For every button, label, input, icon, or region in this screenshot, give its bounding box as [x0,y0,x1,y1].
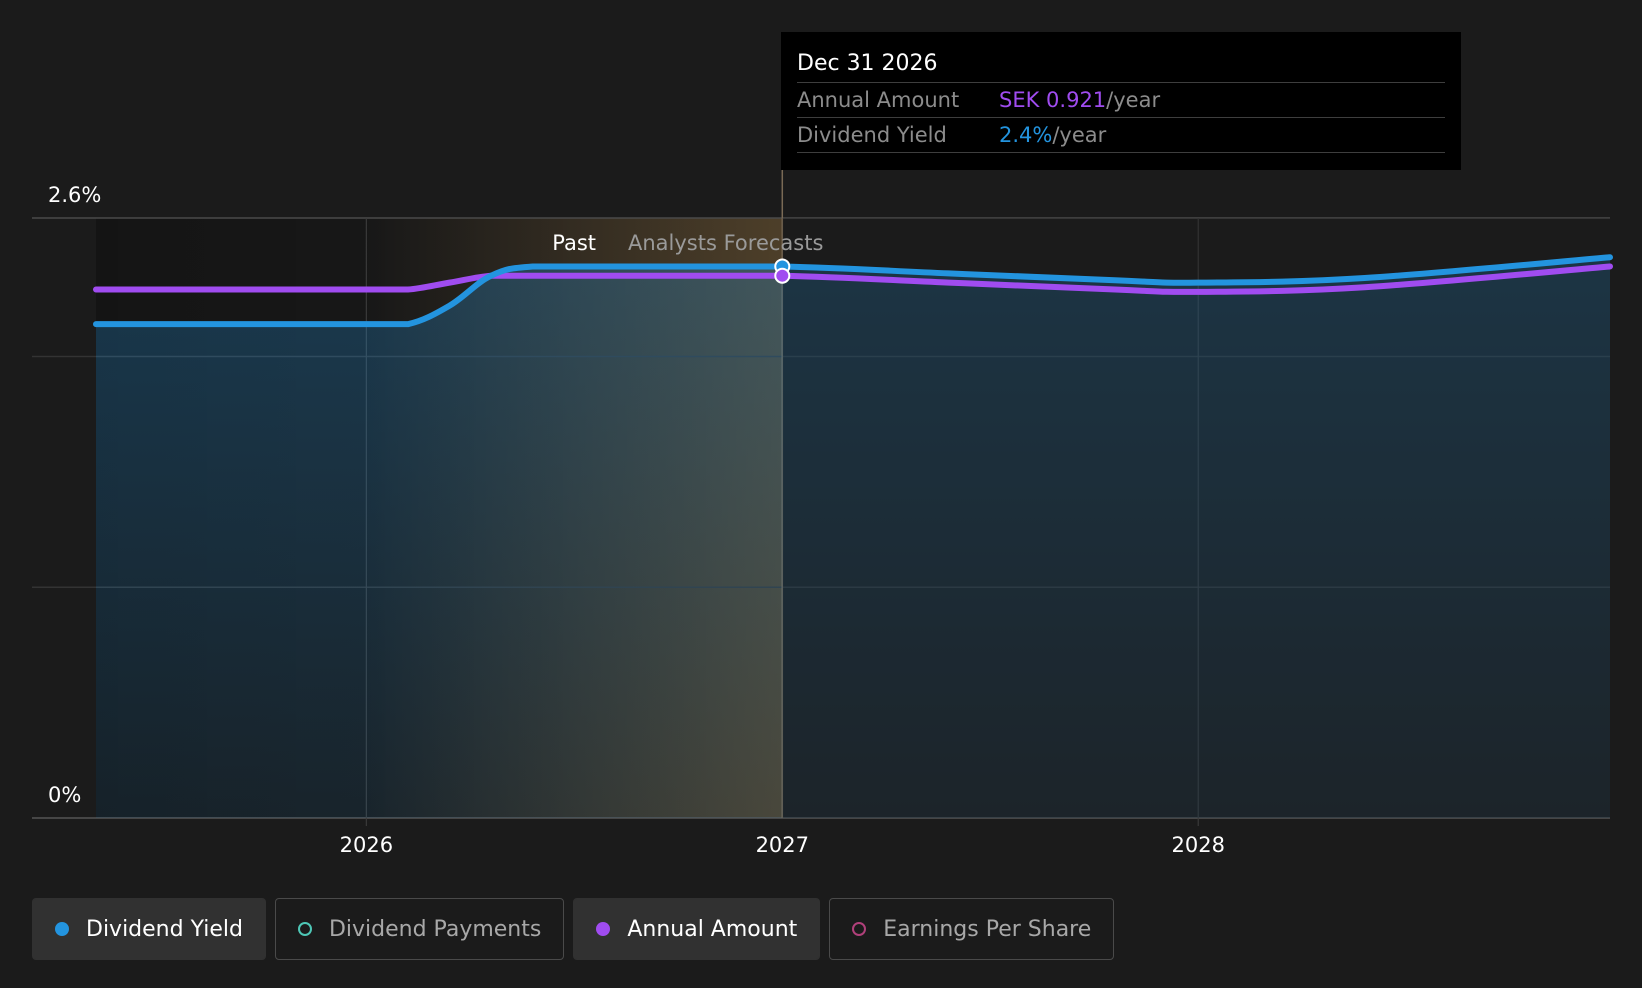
tooltip-unit: /year [1106,88,1161,112]
legend-dot-icon [852,922,867,936]
legend-item-annual-amount[interactable]: Annual Amount [573,898,821,960]
tooltip-label: Annual Amount [797,88,960,112]
y-axis-bottom-label: 0% [48,783,81,807]
x-tick-label: 2026 [340,833,393,857]
y-axis-top-label: 2.6% [48,183,101,207]
tooltip-label: Dividend Yield [797,123,947,147]
legend-dot-icon [297,922,312,936]
legend-item-dividend-yield[interactable]: Dividend Yield [32,898,266,960]
tooltip-row-dividend-yield: Dividend Yield 2.4% /year [797,118,1445,153]
annual-amount-marker [774,267,791,284]
past-region-label: Past [552,231,596,255]
legend-label: Dividend Payments [328,916,542,942]
legend-label: Earnings Per Share [883,916,1092,942]
tooltip-value: 2.4% [999,123,1053,147]
tooltip-date: Dec 31 2026 [797,48,1445,83]
x-tick-label: 2028 [1171,833,1224,857]
tooltip-row-annual-amount: Annual Amount SEK 0.921 /year [797,83,1445,118]
legend-label: Annual Amount [627,916,798,942]
legend-item-dividend-payments[interactable]: Dividend Payments [274,898,565,960]
legend-label: Dividend Yield [86,916,243,942]
legend-dot-icon [55,922,69,936]
tooltip-unit: /year [1052,123,1107,147]
legend-dot-icon [596,922,611,936]
forecast-region-shade [782,218,1610,818]
x-tick-label: 2027 [756,833,809,857]
hover-tooltip: Dec 31 2026 Annual Amount SEK 0.921 /yea… [781,32,1461,170]
legend-item-earnings-per-share[interactable]: Earnings Per Share [829,898,1115,960]
forecast-region-label: Analysts Forecasts [628,231,823,255]
chart-legend: Dividend Yield Dividend Payments Annual … [32,898,1115,960]
tooltip-value: SEK 0.921 [999,88,1107,112]
